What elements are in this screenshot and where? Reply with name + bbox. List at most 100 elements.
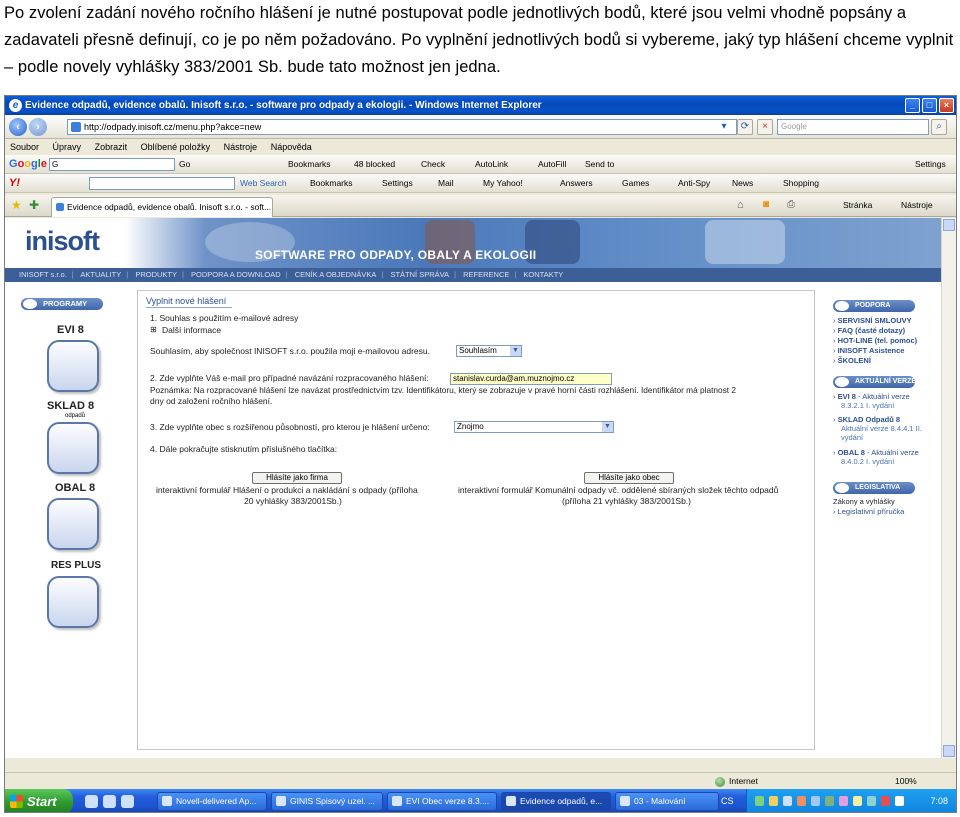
dropdown-arrow-icon[interactable]: ▾: [717, 120, 731, 134]
link-skoleni[interactable]: › ŠKOLENÍ: [833, 356, 871, 365]
google-blocked[interactable]: 48 blocked: [354, 155, 395, 174]
yahoo-bookmarks[interactable]: Bookmarks: [310, 174, 353, 193]
minimize-button[interactable]: _: [905, 98, 920, 113]
menu-soubor[interactable]: Soubor: [10, 142, 39, 152]
language-indicator[interactable]: CS: [721, 789, 734, 812]
forward-icon[interactable]: ›: [29, 118, 47, 136]
task-novell[interactable]: Novell-delivered Ap...: [157, 792, 267, 811]
google-bookmarks[interactable]: Bookmarks: [288, 155, 331, 174]
google-autofill[interactable]: AutoFill: [538, 155, 566, 174]
quicklaunch-ie-icon[interactable]: [85, 795, 98, 808]
task-malovani[interactable]: 03 - Malování: [615, 792, 719, 811]
link-evi-version[interactable]: › EVI 8 - Aktuální verze: [833, 392, 910, 401]
tray-icon-4[interactable]: [797, 796, 806, 806]
yahoo-mail[interactable]: Mail: [438, 174, 454, 193]
nav-aktuality[interactable]: AKTUALITY: [80, 270, 121, 279]
start-button[interactable]: Start: [5, 789, 73, 812]
yahoo-my-yahoo[interactable]: My Yahoo!: [483, 174, 523, 193]
nav-produkty[interactable]: PRODUKTY: [135, 270, 177, 279]
tray-icon-9[interactable]: [867, 796, 876, 806]
yahoo-answers[interactable]: Answers: [560, 174, 593, 193]
report-as-company-button[interactable]: Hlásíte jako firma: [252, 472, 342, 484]
tray-icon-11[interactable]: [895, 796, 904, 806]
task-ginis[interactable]: GINIS Spisový uzel. ...: [271, 792, 383, 811]
favorites-star-icon[interactable]: ★: [11, 198, 22, 212]
tray-icon-6[interactable]: [825, 796, 834, 806]
evi-product-icon[interactable]: [47, 340, 99, 392]
tray-icon-5[interactable]: [811, 796, 820, 806]
sklad-product-icon[interactable]: [47, 422, 99, 474]
refresh-icon[interactable]: ⟳: [737, 119, 753, 135]
link-hotline[interactable]: › HOT-LINE (tel. pomoc): [833, 336, 917, 345]
url-input[interactable]: http://odpady.inisoft.cz/menu.php?akce=n…: [67, 119, 737, 135]
obec-select[interactable]: Znojmo ▼: [454, 421, 614, 433]
menu-upravy[interactable]: Úpravy: [53, 142, 82, 152]
tab-evidence[interactable]: Evidence odpadů, evidence obalů. Inisoft…: [51, 197, 273, 217]
tray-icon-2[interactable]: [769, 796, 778, 806]
link-zakony[interactable]: Zákony a vyhlášky: [833, 497, 895, 506]
close-button[interactable]: ×: [939, 98, 954, 113]
product-evi-label[interactable]: EVI 8: [57, 324, 84, 336]
quicklaunch-icon-2[interactable]: [103, 795, 116, 808]
google-autolink[interactable]: AutoLink: [475, 155, 508, 174]
back-icon[interactable]: ‹: [9, 118, 27, 136]
google-go-button[interactable]: Go: [179, 155, 190, 174]
print-icon[interactable]: ⎙: [787, 199, 795, 210]
google-settings[interactable]: Settings: [915, 155, 946, 174]
yahoo-web-search[interactable]: Web Search: [240, 174, 287, 193]
tools-menu[interactable]: Nástroje: [901, 200, 933, 210]
yahoo-antispy[interactable]: Anti-Spy: [678, 174, 710, 193]
link-legislativni-prirucka[interactable]: › Legislativní příručka: [833, 507, 904, 516]
tray-icon-7[interactable]: [839, 796, 848, 806]
res-plus-product-icon[interactable]: [47, 576, 99, 628]
feeds-icon[interactable]: ◙: [763, 199, 769, 210]
vertical-scrollbar[interactable]: [941, 218, 956, 758]
search-input[interactable]: Google: [777, 119, 929, 135]
tray-icon-3[interactable]: [783, 796, 792, 806]
page-menu[interactable]: Stránka: [843, 200, 872, 210]
nav-kontakty[interactable]: KONTAKTY: [523, 270, 563, 279]
maximize-button[interactable]: □: [922, 98, 937, 113]
product-res-label[interactable]: RES PLUS: [51, 560, 101, 571]
google-sendto[interactable]: Send to: [585, 155, 614, 174]
yahoo-settings[interactable]: Settings: [382, 174, 413, 193]
stop-icon[interactable]: ×: [757, 119, 773, 135]
inisoft-logo[interactable]: inisoft: [25, 226, 100, 257]
google-check[interactable]: Check: [421, 155, 445, 174]
product-sklad-label[interactable]: SKLAD 8: [47, 400, 94, 412]
tray-icon-8[interactable]: [853, 796, 862, 806]
link-asistence[interactable]: › INISOFT Asistence: [833, 346, 904, 355]
yahoo-search-input[interactable]: [89, 177, 235, 190]
obal-product-icon[interactable]: [47, 498, 99, 550]
consent-select[interactable]: Souhlasím ▼: [456, 345, 522, 357]
quicklaunch-icon-3[interactable]: [121, 795, 134, 808]
tray-icon-10[interactable]: [881, 796, 890, 806]
nav-inisoft[interactable]: INISOFT s.r.o.: [19, 270, 67, 279]
link-obal-version[interactable]: › OBAL 8 - Aktuální verze: [833, 448, 919, 457]
email-field[interactable]: stanislav.curda@am.muznojmo.cz: [450, 373, 612, 385]
task-evi-obec[interactable]: EVI Obec verze 8.3....: [387, 792, 497, 811]
home-icon[interactable]: ⌂: [737, 199, 744, 211]
menu-nastroje[interactable]: Nástroje: [224, 142, 258, 152]
menu-napoveda[interactable]: Nápověda: [271, 142, 312, 152]
link-faq[interactable]: › FAQ (časté dotazy): [833, 326, 905, 335]
link-sklad-version[interactable]: › SKLAD Odpadů 8: [833, 415, 900, 424]
search-icon[interactable]: ⌕: [931, 119, 947, 135]
yahoo-news[interactable]: News: [732, 174, 753, 193]
scroll-up-icon[interactable]: [943, 219, 955, 231]
nav-statni-sprava[interactable]: STÁTNÍ SPRÁVA: [390, 270, 449, 279]
expand-icon[interactable]: ⊞: [150, 324, 157, 335]
yahoo-shopping[interactable]: Shopping: [783, 174, 819, 193]
nav-cenik[interactable]: CENÍK A OBJEDNÁVKA: [295, 270, 377, 279]
tray-icon-1[interactable]: [755, 796, 764, 806]
scroll-down-icon[interactable]: [943, 745, 955, 757]
add-favorites-icon[interactable]: ✚: [29, 198, 39, 212]
nav-podpora[interactable]: PODPORA A DOWNLOAD: [191, 270, 281, 279]
menu-zobrazit[interactable]: Zobrazit: [95, 142, 128, 152]
link-servisni-smlouvy[interactable]: › SERVISNÍ SMLOUVY: [833, 316, 912, 325]
product-obal-label[interactable]: OBAL 8: [55, 482, 95, 494]
nav-reference[interactable]: REFERENCE: [463, 270, 509, 279]
yahoo-games[interactable]: Games: [622, 174, 649, 193]
report-as-municipality-button[interactable]: Hlásíte jako obec: [584, 472, 674, 484]
google-search-input[interactable]: G: [49, 158, 175, 171]
